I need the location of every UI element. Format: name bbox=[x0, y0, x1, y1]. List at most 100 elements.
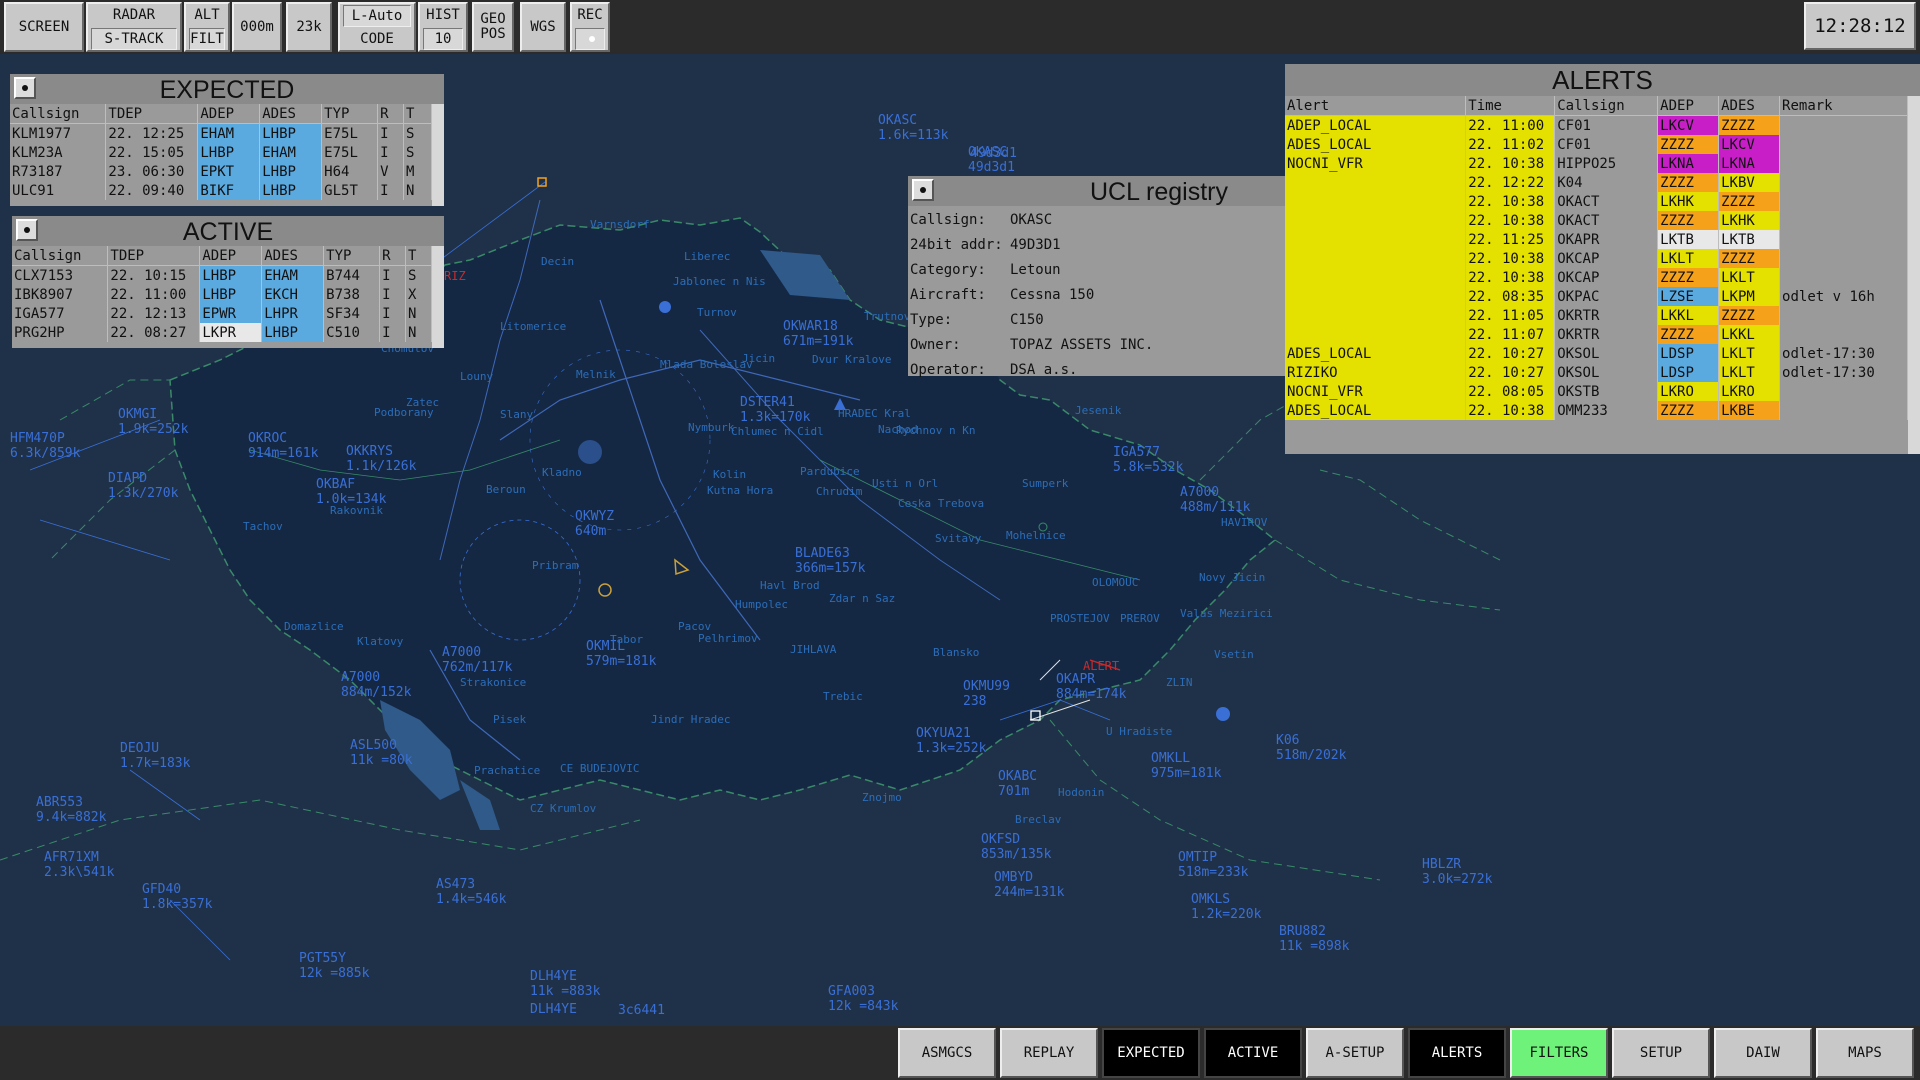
track-label[interactable]: HBLZR bbox=[1422, 857, 1461, 872]
track-label[interactable]: GFA003 bbox=[828, 984, 875, 999]
track-label[interactable]: 1.4k=546k bbox=[436, 892, 507, 907]
track-label[interactable]: OKMU99 bbox=[963, 679, 1010, 694]
track-label[interactable]: 914m=161k bbox=[248, 446, 319, 461]
track-label[interactable]: A7000 bbox=[1180, 485, 1219, 500]
track-label[interactable]: A7000 bbox=[341, 670, 380, 685]
track-label[interactable]: 640m bbox=[575, 524, 606, 539]
asmgcs-button[interactable]: ASMGCS bbox=[898, 1028, 996, 1078]
maps-button[interactable]: MAPS bbox=[1816, 1028, 1914, 1078]
expected-button[interactable]: EXPECTED bbox=[1102, 1028, 1200, 1078]
track-label[interactable]: OKMGI bbox=[118, 407, 157, 422]
track-label[interactable]: 884m=174k bbox=[1056, 687, 1127, 702]
alert-row[interactable]: NOCNI_VFR 22. 10:38 HIPPO25 LKNA LKNA bbox=[1285, 154, 1908, 173]
track-label[interactable]: 366m=157k bbox=[795, 561, 866, 576]
active-scrollbar[interactable] bbox=[432, 246, 444, 348]
alert-row[interactable]: RIZIKO 22. 10:27 OKSOL LDSP LKLT odlet-17:30 bbox=[1285, 363, 1908, 382]
label-group[interactable]: L-Auto CODE bbox=[338, 2, 416, 52]
wgs-button[interactable]: WGS bbox=[520, 2, 566, 52]
track-label[interactable]: OKBAF bbox=[316, 477, 355, 492]
alert-row[interactable]: 22. 10:38 OKACT LKHK ZZZZ bbox=[1285, 192, 1908, 211]
flight-row[interactable]: IGA577 22. 12:13 EPWR LHPR SF34 I N bbox=[12, 304, 432, 323]
alt-group[interactable]: ALT FILT bbox=[184, 2, 230, 52]
track-label[interactable]: 853m/135k bbox=[981, 847, 1052, 862]
track-label[interactable]: 1.7k=183k bbox=[120, 756, 191, 771]
flight-row[interactable]: KLM23A 22. 15:05 LHBP EHAM E75L I S bbox=[10, 143, 432, 162]
track-label[interactable]: BLADE63 bbox=[795, 546, 850, 561]
flight-row[interactable]: CLX7153 22. 10:15 LHBP EHAM B744 I S bbox=[12, 265, 432, 285]
track-label[interactable]: 9.4k=882k bbox=[36, 810, 107, 825]
track-label[interactable]: 1.8k=357k bbox=[142, 897, 213, 912]
track-label[interactable]: DEOJU bbox=[120, 741, 159, 756]
rec-button[interactable] bbox=[575, 28, 605, 50]
alert-row[interactable]: 22. 11:05 OKRTR LKKL ZZZZ bbox=[1285, 306, 1908, 325]
track-label[interactable]: 518m=233k bbox=[1178, 865, 1249, 880]
track-label[interactable]: OKAPR bbox=[1056, 672, 1095, 687]
flight-row[interactable]: KLM1977 22. 12:25 EHAM LHBP E75L I S bbox=[10, 123, 432, 143]
strack-button[interactable]: S-TRACK bbox=[91, 28, 177, 50]
alert-row[interactable]: NOCNI_VFR 22. 08:05 OKSTB LKRO LKRO bbox=[1285, 382, 1908, 401]
track-label[interactable]: 5.8k=532k bbox=[1113, 460, 1184, 475]
track-label[interactable]: DIAPD bbox=[108, 471, 147, 486]
track-label[interactable]: OKFSD bbox=[981, 832, 1020, 847]
alerts-panel-header[interactable]: ALERTS bbox=[1285, 64, 1920, 96]
track-label[interactable]: 12k =843k bbox=[828, 999, 899, 1014]
track-label[interactable]: 701m bbox=[998, 784, 1029, 799]
track-label[interactable]: OKKRYS bbox=[346, 444, 393, 459]
alert-row[interactable]: ADEP_LOCAL 22. 11:00 CF01 LKCV ZZZZ bbox=[1285, 115, 1908, 135]
alerts-scrollbar[interactable] bbox=[1908, 96, 1920, 454]
track-label[interactable]: 1.1k/126k bbox=[346, 459, 417, 474]
track-label[interactable]: 49d3d1 bbox=[968, 160, 1015, 175]
track-label[interactable]: 1.3k=170k bbox=[740, 410, 811, 425]
alert-row[interactable]: ADES_LOCAL 22. 10:27 OKSOL LDSP LKLT odlet-17… bbox=[1285, 344, 1908, 363]
track-label[interactable]: 12k =885k bbox=[299, 966, 370, 981]
track-label[interactable]: GFD40 bbox=[142, 882, 181, 897]
track-label[interactable]: 244m=131k bbox=[994, 885, 1065, 900]
track-label[interactable]: 11k =898k bbox=[1279, 939, 1350, 954]
track-label[interactable]: 2.3k\541k bbox=[44, 865, 115, 880]
flight-row[interactable]: R73187 23. 06:30 EPKT LHBP H64 V M bbox=[10, 162, 432, 181]
alert-row[interactable]: ADES_LOCAL 22. 10:38 OMM233 ZZZZ LKBE bbox=[1285, 401, 1908, 420]
radar-group[interactable]: RADAR S-TRACK bbox=[86, 2, 182, 52]
track-label[interactable]: 488m/111k bbox=[1180, 500, 1251, 515]
a-setup-button[interactable]: A-SETUP bbox=[1306, 1028, 1404, 1078]
track-label[interactable]: DSTER41 bbox=[740, 395, 795, 410]
track-label[interactable]: 518m/202k bbox=[1276, 748, 1347, 763]
track-label[interactable]: 579m=181k bbox=[586, 654, 657, 669]
filters-button[interactable]: FILTERS bbox=[1510, 1028, 1608, 1078]
screen-button[interactable]: SCREEN bbox=[4, 2, 84, 52]
alert-row[interactable]: 22. 11:25 OKAPR LKTB LKTB bbox=[1285, 230, 1908, 249]
alt-min-button[interactable]: 000m bbox=[232, 2, 282, 52]
alerts-button[interactable]: ALERTS bbox=[1408, 1028, 1506, 1078]
track-label[interactable]: 11k =80k bbox=[350, 753, 413, 768]
track-label[interactable]: 1.9k=252k bbox=[118, 422, 189, 437]
track-label[interactable]: 671m=191k bbox=[783, 334, 854, 349]
track-label[interactable]: 11k =883k bbox=[530, 984, 601, 999]
track-label[interactable]: 1.3k=252k bbox=[916, 741, 987, 756]
track-label[interactable]: OKWAR18 bbox=[783, 319, 838, 334]
track-label[interactable]: OKROC bbox=[248, 431, 287, 446]
track-label[interactable]: ABR553 bbox=[36, 795, 83, 810]
track-label[interactable]: OMTIP bbox=[1178, 850, 1217, 865]
alert-row[interactable]: 22. 10:38 OKCAP LKLT ZZZZ bbox=[1285, 249, 1908, 268]
active-panel-header[interactable]: ACTIVE bbox=[12, 216, 444, 246]
track-label[interactable]: A7000 bbox=[442, 645, 481, 660]
hist-value[interactable]: 10 bbox=[423, 28, 463, 50]
track-label[interactable]: K06 bbox=[1276, 733, 1299, 748]
track-label[interactable]: 762m/117k bbox=[442, 660, 513, 675]
flight-row[interactable]: IBK8907 22. 11:00 LHBP EKCH B738 I X bbox=[12, 285, 432, 304]
alert-row[interactable]: 22. 08:35 OKPAC LZSE LKPM odlet v 16h bbox=[1285, 287, 1908, 306]
track-label[interactable]: HFM470P bbox=[10, 431, 65, 446]
alert-row[interactable]: 22. 11:07 OKRTR ZZZZ LKKL bbox=[1285, 325, 1908, 344]
expected-scrollbar[interactable] bbox=[432, 104, 444, 206]
track-label[interactable]: DLH4YE bbox=[530, 969, 577, 984]
alt-max-button[interactable]: 23k bbox=[286, 2, 332, 52]
track-label[interactable]: 1.3k/270k bbox=[108, 486, 179, 501]
track-label[interactable]: OMKLS bbox=[1191, 892, 1230, 907]
track-label[interactable]: BRU882 bbox=[1279, 924, 1326, 939]
track-label[interactable]: OKABC bbox=[998, 769, 1037, 784]
flight-row[interactable]: ULC91 22. 09:40 BIKF LHBP GL5T I N bbox=[10, 181, 432, 200]
track-label[interactable]: OMKLL bbox=[1151, 751, 1190, 766]
track-label[interactable]: PGT55Y bbox=[299, 951, 346, 966]
geo-pos-button[interactable]: GEO POS bbox=[472, 2, 514, 52]
daiw-button[interactable]: DAIW bbox=[1714, 1028, 1812, 1078]
